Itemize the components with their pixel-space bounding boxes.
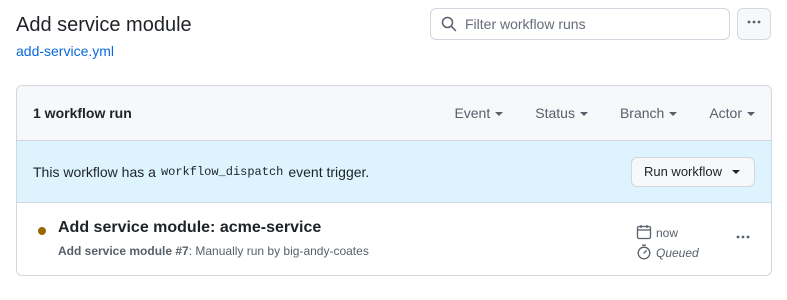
banner-code: workflow_dispatch [160,164,284,179]
run-status: Queued [656,246,699,260]
filter-runs-search[interactable] [430,8,730,40]
chevron-down-icon [732,170,740,174]
stopwatch-icon [636,244,656,263]
queued-status-icon [38,227,46,235]
filter-actor[interactable]: Actor [709,105,755,121]
page-title: Add service module [16,14,192,36]
filter-event-label: Event [454,105,491,121]
workflow-run-row[interactable]: Add service module: acme-service Add ser… [17,203,771,275]
chevron-down-icon [669,111,678,116]
run-time-info: now Queued [636,223,699,263]
banner-text: This workflow has a [33,163,156,180]
calendar-icon [636,224,656,243]
run-description: : Manually run by big-andy-coates [188,244,369,258]
filter-actor-label: Actor [709,105,742,121]
chevron-down-icon [747,111,755,116]
run-workflow-button[interactable]: Run workflow [630,156,755,187]
kebab-horizontal-icon [735,229,751,250]
dispatch-banner: This workflow has a workflow_dispatch ev… [17,141,771,203]
workflow-page: Add service module add-service.yml 1 wor… [0,0,787,300]
chevron-down-icon [579,111,588,116]
run-title[interactable]: Add service module: acme-service [58,219,321,237]
run-time: now [656,226,679,240]
run-meta: Add service module #7: Manually run by b… [58,244,369,258]
filters: Event Status Branch Actor [454,105,755,121]
filter-branch[interactable]: Branch [619,105,678,121]
more-options-button[interactable] [737,8,771,40]
workflow-runs-box: 1 workflow run Event Status Branch Actor… [16,85,772,276]
filter-status[interactable]: Status [535,105,588,121]
runs-header: 1 workflow run Event Status Branch Actor [17,86,771,141]
run-more-options-button[interactable] [731,229,755,249]
filter-runs-input[interactable] [465,16,715,32]
search-icon [441,16,457,32]
banner-text-after: event trigger. [288,163,370,180]
filter-status-label: Status [535,105,575,121]
run-workflow-label: Run workflow [643,164,722,179]
filter-event[interactable]: Event [454,105,504,121]
workflow-file-link[interactable]: add-service.yml [16,42,114,60]
run-count: 1 workflow run [33,105,132,121]
kebab-horizontal-icon [746,14,762,35]
filter-branch-label: Branch [619,105,665,121]
run-workflow-name: Add service module #7 [58,244,189,258]
chevron-down-icon [495,111,504,116]
